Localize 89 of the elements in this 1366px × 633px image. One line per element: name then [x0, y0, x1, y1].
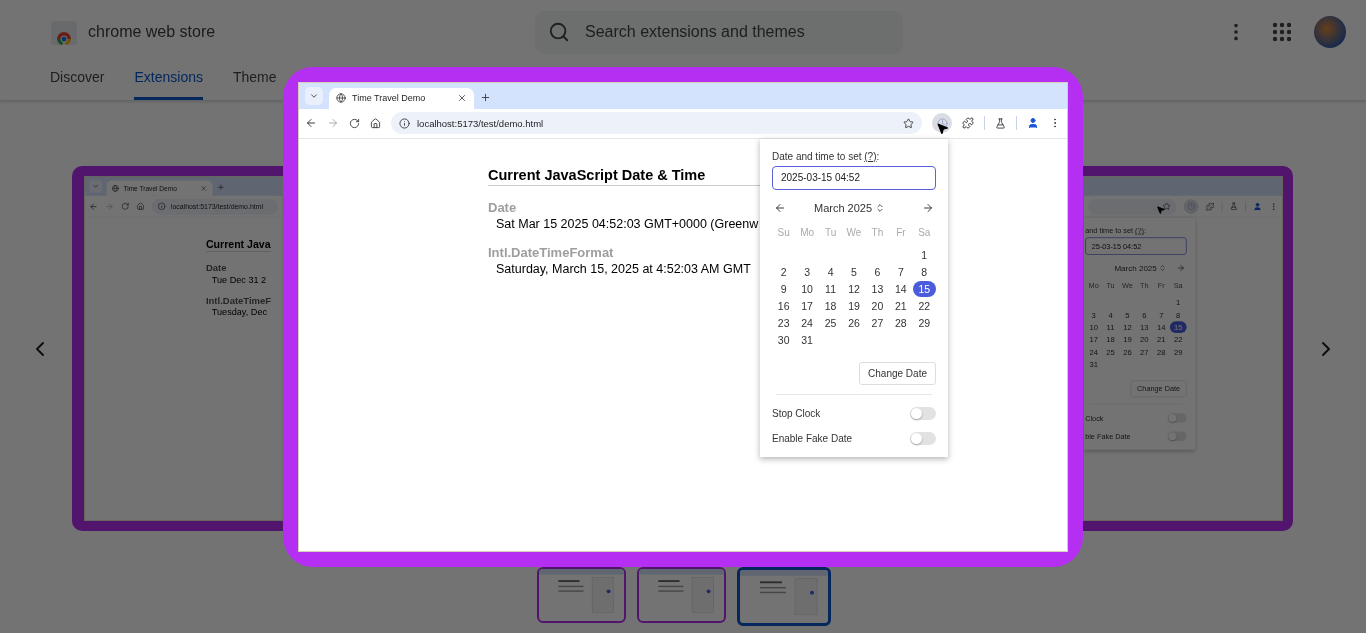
calendar-day[interactable]: 5 [844, 263, 864, 280]
forward-icon[interactable] [327, 117, 339, 129]
calendar-day[interactable]: 25 [820, 314, 841, 331]
toggle-label: Stop Clock [772, 407, 821, 419]
reload-icon[interactable] [349, 117, 360, 129]
calendar-day[interactable]: 13 [867, 280, 888, 297]
home-icon[interactable] [370, 117, 381, 129]
up-down-icon [875, 202, 886, 213]
help-link[interactable]: (?) [864, 150, 877, 162]
section-label: Date [205, 262, 227, 274]
date-time-input[interactable]: 2025-03-15 04:52 [772, 165, 936, 190]
calendar-day[interactable]: 23 [774, 314, 794, 331]
star-icon[interactable] [903, 117, 914, 129]
weekday-label: Tu [823, 225, 838, 240]
section-value: Saturday, March 15, 2025 at 4:52:03 AM GMT [495, 261, 751, 276]
month-selector[interactable]: March 2025 [814, 201, 886, 214]
nav-tab[interactable]: Theme [232, 64, 277, 100]
calendar-day[interactable]: 1 [914, 246, 934, 263]
toggle-switch[interactable] [910, 431, 936, 445]
calendar-day[interactable]: 6 [867, 263, 888, 280]
weekday-label: Mo [799, 225, 816, 240]
weekday-label: We [845, 225, 863, 240]
calendar-day[interactable]: 20 [867, 297, 888, 314]
calendar-day[interactable]: 2 [774, 263, 794, 280]
calendar-day[interactable]: 29 [914, 314, 934, 331]
back-icon[interactable] [305, 117, 317, 129]
apps-icon[interactable] [1270, 20, 1294, 44]
section-label: Date [488, 199, 517, 215]
close-icon[interactable] [457, 93, 467, 103]
search-field[interactable]: Search extensions and themes [535, 10, 903, 54]
calendar-day[interactable]: 21 [891, 297, 911, 314]
toggle-switch[interactable] [1167, 413, 1187, 423]
month-selector[interactable]: March 2025 [1114, 263, 1167, 273]
calendar-day[interactable]: 15 [912, 280, 936, 297]
section-value: Tue Dec 31 2 [210, 274, 267, 285]
calendar-day[interactable]: 30 [774, 331, 794, 348]
store-name: chrome web store [88, 23, 216, 41]
puzzle-icon[interactable] [962, 117, 974, 129]
calendar-day[interactable]: 17 [797, 297, 817, 314]
calendar-day[interactable]: 7 [891, 263, 911, 280]
profile-icon[interactable] [1027, 117, 1039, 129]
weekday-label: Fr [895, 225, 907, 240]
calendar-day[interactable]: 31 [797, 331, 817, 348]
avatar[interactable] [1314, 16, 1346, 48]
search-icon [548, 20, 570, 43]
profile-icon[interactable] [1253, 201, 1262, 211]
info-icon [399, 117, 410, 129]
calendar-day[interactable]: 16 [774, 297, 794, 314]
date-time-label: Date and time to set (?): [772, 150, 881, 162]
weekday-label: Su [776, 225, 791, 240]
weekday-label: Sa [917, 225, 932, 240]
calendar-day[interactable]: 3 [797, 263, 817, 280]
page-heading: Current Java [205, 238, 271, 252]
calendar-day[interactable]: 18 [820, 297, 841, 314]
calendar-day[interactable]: 8 [914, 263, 934, 280]
address-bar[interactable]: localhost:5173/test/demo.html [391, 112, 922, 134]
flask-icon[interactable] [995, 117, 1006, 129]
change-date-button[interactable]: Change Date [859, 361, 936, 385]
calendar-day[interactable]: 24 [797, 314, 817, 331]
section-label: Intl.DateTimeF [205, 295, 272, 306]
tab-title: Time Travel Demo [352, 93, 427, 103]
calendar-day[interactable]: 26 [844, 314, 864, 331]
calendar-day[interactable]: 4 [820, 263, 841, 280]
page-heading: Current JavaScript Date & Time [488, 166, 760, 186]
toggle-switch[interactable] [910, 406, 936, 420]
store-logo-icon [50, 18, 78, 46]
calendar-day[interactable]: 10 [797, 280, 817, 297]
calendar-day[interactable]: 22 [914, 297, 934, 314]
section-label: Intl.DateTimeFormat [488, 244, 614, 260]
calendar-day[interactable]: 27 [867, 314, 888, 331]
next-month-icon[interactable] [922, 201, 934, 214]
calendar-day[interactable]: 11 [820, 280, 841, 297]
toggle-label: Enable Fake Date [772, 432, 853, 444]
browser-tab[interactable]: Time Travel Demo [329, 87, 474, 109]
section-value: Sat Mar 15 2025 04:52:03 GMT+0000 (Greenw [495, 216, 759, 231]
calendar-day[interactable]: 14 [891, 280, 911, 297]
weekday-label: Th [870, 225, 885, 240]
previous-month-icon[interactable] [774, 201, 786, 214]
calendar-day[interactable]: 12 [844, 280, 864, 297]
calendar-day[interactable]: 9 [774, 280, 794, 297]
mouse-cursor-icon [936, 121, 949, 135]
globe-icon [336, 93, 346, 103]
nav-tab[interactable]: Discover [50, 64, 105, 100]
toggle-switch[interactable] [1167, 431, 1187, 441]
section-value: Tuesday, Dec [210, 307, 268, 318]
calendar-day[interactable]: 28 [891, 314, 911, 331]
calendar-day[interactable]: 19 [844, 297, 864, 314]
new-tab-icon[interactable] [480, 91, 491, 103]
address-bar[interactable] [1088, 198, 1177, 215]
